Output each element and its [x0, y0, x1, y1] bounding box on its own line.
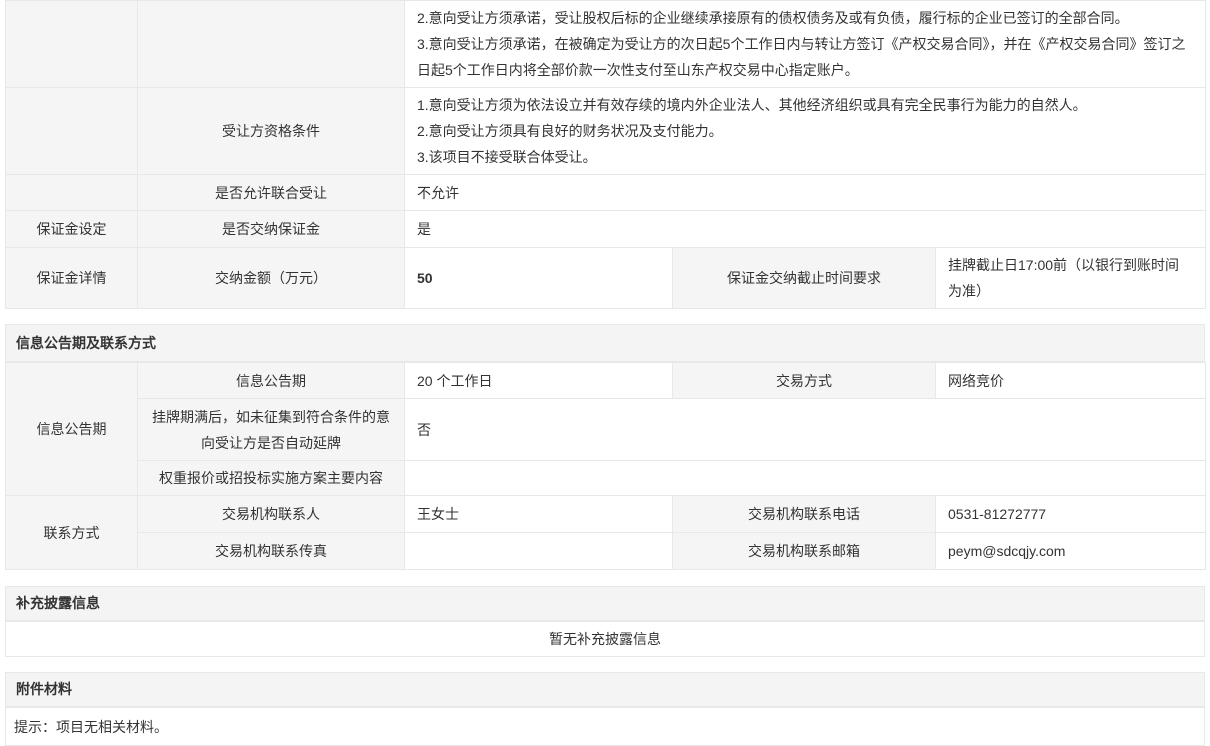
- deposit-detail-category: 保证金详情: [6, 248, 138, 309]
- deposit-required-label: 是否交纳保证金: [138, 211, 405, 248]
- auto-extend-value: 否: [405, 399, 1206, 461]
- contact-fax-value: [405, 533, 673, 570]
- category-cell-empty: [6, 1, 138, 88]
- announcement-contact-table: 信息公告期 信息公告期 20 个工作日 交易方式 网络竞价 挂牌期满后，如未征集…: [5, 362, 1206, 570]
- contact-person-label: 交易机构联系人: [138, 496, 405, 533]
- contact-person-value: 王女士: [405, 496, 673, 533]
- attachment-table: 提示：项目无相关材料。: [5, 707, 1205, 746]
- qualification-label: 受让方资格条件: [138, 88, 405, 175]
- section-title-supplementary: 补充披露信息: [5, 586, 1205, 621]
- deposit-amount-value: 50: [405, 248, 673, 309]
- contact-phone-label: 交易机构联系电话: [673, 496, 936, 533]
- deposit-deadline-value: 挂牌截止日17:00前（以银行到账时间为准）: [936, 248, 1206, 309]
- deposit-amount-label: 交纳金额（万元）: [138, 248, 405, 309]
- deposit-required-value: 是: [405, 211, 1206, 248]
- trade-method-value: 网络竞价: [936, 363, 1206, 399]
- qualification-value: 1.意向受让方须为依法设立并有效存续的境内外企业法人、其他经济组织或具有完全民事…: [405, 88, 1206, 175]
- table-row: 权重报价或招投标实施方案主要内容: [6, 461, 1206, 496]
- label-cell-empty: [138, 1, 405, 88]
- auto-extend-label: 挂牌期满后，如未征集到符合条件的意向受让方是否自动延牌: [138, 399, 405, 461]
- period-value: 20 个工作日: [405, 363, 673, 399]
- table-row: 信息公告期 信息公告期 20 个工作日 交易方式 网络竞价: [6, 363, 1206, 399]
- table-row: 2.意向受让方须承诺，受让股权后标的企业继续承接原有的债权债务及或有负债，履行标…: [6, 1, 1206, 88]
- table-row: 受让方资格条件 1.意向受让方须为依法设立并有效存续的境内外企业法人、其他经济组…: [6, 88, 1206, 175]
- announcement-category: 信息公告期: [6, 363, 138, 496]
- table-row: 交易机构联系传真 交易机构联系邮箱 peym@sdcqjy.com: [6, 533, 1206, 570]
- joint-transfer-label: 是否允许联合受让: [138, 175, 405, 211]
- listing-detail-page: 2.意向受让方须承诺，受让股权后标的企业继续承接原有的债权债务及或有负债，履行标…: [5, 0, 1205, 746]
- table-row: 保证金设定 是否交纳保证金 是: [6, 211, 1206, 248]
- table-row: 挂牌期满后，如未征集到符合条件的意向受让方是否自动延牌 否: [6, 399, 1206, 461]
- contact-email-label: 交易机构联系邮箱: [673, 533, 936, 570]
- category-cell-empty: [6, 175, 138, 211]
- table-row: 联系方式 交易机构联系人 王女士 交易机构联系电话 0531-81272777: [6, 496, 1206, 533]
- transfer-conditions-table: 2.意向受让方须承诺，受让股权后标的企业继续承接原有的债权债务及或有负债，履行标…: [5, 0, 1206, 309]
- joint-transfer-value: 不允许: [405, 175, 1206, 211]
- qualification-line: 3.该项目不接受联合体受让。: [417, 144, 1193, 170]
- period-label: 信息公告期: [138, 363, 405, 399]
- table-row: 暂无补充披露信息: [6, 622, 1205, 657]
- contact-email-value: peym@sdcqjy.com: [936, 533, 1206, 570]
- section-title-attachment: 附件材料: [5, 672, 1205, 707]
- deposit-deadline-label: 保证金交纳截止时间要求: [673, 248, 936, 309]
- supplementary-empty-text: 暂无补充披露信息: [6, 622, 1205, 657]
- contact-fax-label: 交易机构联系传真: [138, 533, 405, 570]
- qualification-line: 1.意向受让方须为依法设立并有效存续的境内外企业法人、其他经济组织或具有完全民事…: [417, 92, 1193, 118]
- supplementary-table: 暂无补充披露信息: [5, 621, 1205, 657]
- weight-quote-label: 权重报价或招投标实施方案主要内容: [138, 461, 405, 496]
- weight-quote-value: [405, 461, 1206, 496]
- table-row: 是否允许联合受让 不允许: [6, 175, 1206, 211]
- table-row: 保证金详情 交纳金额（万元） 50 保证金交纳截止时间要求 挂牌截止日17:00…: [6, 248, 1206, 309]
- table-row: 提示：项目无相关材料。: [6, 708, 1205, 746]
- qualification-line: 2.意向受让方须具有良好的财务状况及支付能力。: [417, 118, 1193, 144]
- transferee-commitment-value: 2.意向受让方须承诺，受让股权后标的企业继续承接原有的债权债务及或有负债，履行标…: [405, 1, 1206, 88]
- contact-phone-value: 0531-81272777: [936, 496, 1206, 533]
- deposit-setting-category: 保证金设定: [6, 211, 138, 248]
- trade-method-label: 交易方式: [673, 363, 936, 399]
- category-cell-empty: [6, 88, 138, 175]
- commitment-line: 2.意向受让方须承诺，受让股权后标的企业继续承接原有的债权债务及或有负债，履行标…: [417, 5, 1193, 31]
- attachment-tip-text: 提示：项目无相关材料。: [6, 708, 1205, 746]
- section-title-announcement: 信息公告期及联系方式: [5, 324, 1205, 362]
- contact-category: 联系方式: [6, 496, 138, 570]
- commitment-line: 3.意向受让方须承诺，在被确定为受让方的次日起5个工作日内与转让方签订《产权交易…: [417, 31, 1193, 83]
